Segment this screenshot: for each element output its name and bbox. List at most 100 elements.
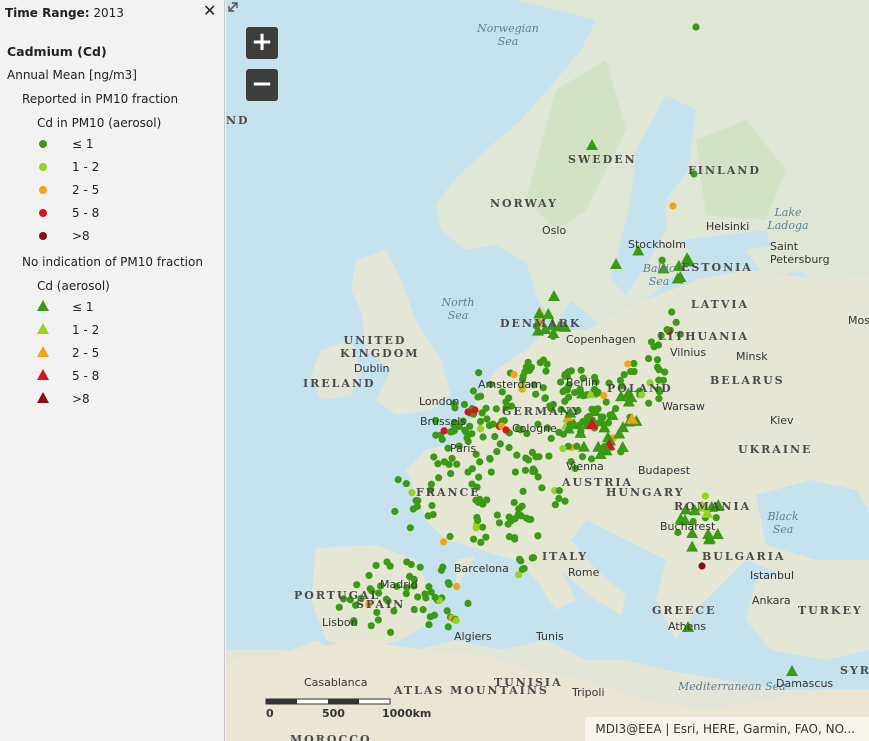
map-label-belarus: BELARUS (710, 374, 785, 387)
map-label-lake-ladoga: Lake Ladoga (767, 206, 809, 232)
triangle-symbol-le1 (37, 300, 49, 311)
station-circle (532, 453, 540, 461)
station-circle (505, 394, 513, 402)
station-circle (577, 366, 585, 374)
map-label-algiers: Algiers (454, 630, 492, 643)
map-label-brussels: Brussels (420, 415, 467, 428)
station-circle (599, 420, 607, 428)
station-circle (422, 594, 430, 602)
map-label-oslo: Oslo (542, 224, 567, 237)
map-label-cologne: Cologne (512, 422, 557, 435)
station-circle (474, 516, 482, 524)
legend-panel: Time Range: 2013 ✕ Cadmium (Cd) Annual M… (0, 0, 225, 741)
circle-symbol-gt8 (39, 232, 47, 240)
station-circle (444, 623, 452, 631)
station-circle (438, 435, 446, 444)
map-label-romania: ROMANIA (674, 500, 752, 513)
map-label-warsaw: Warsaw (662, 400, 705, 413)
station-circle (517, 557, 525, 565)
station-circle (536, 359, 544, 367)
station-circle (416, 563, 424, 571)
triangle-symbol-2-5 (37, 346, 49, 357)
map-view[interactable]: Norwegian Sea North Sea Baltic Sea Lake Lad… (226, 0, 869, 741)
station-circle (386, 628, 395, 636)
station-circle (564, 393, 573, 401)
time-range: Time Range: 2013 (5, 6, 124, 20)
station-circle (479, 433, 487, 441)
station-circle (434, 460, 442, 468)
map-label-denmark: DENMARK (500, 317, 582, 330)
map-label-lithuania: LITHUANIA (658, 330, 749, 343)
map-label-stockholm: Stockholm (628, 238, 686, 251)
station-circle (511, 468, 519, 476)
circle-symbol-2-5 (39, 186, 47, 194)
map-label-ankara: Ankara (752, 594, 791, 607)
station-circle (453, 582, 461, 591)
station-circle (424, 512, 432, 520)
time-range-label: Time Range: (5, 6, 90, 20)
legend-title: Cadmium (Cd) (7, 44, 107, 59)
station-circle (449, 427, 457, 436)
station-circle (545, 452, 553, 460)
legend-label: >8 (72, 229, 90, 243)
zoom-out-button[interactable]: − (246, 69, 278, 101)
triangle-symbol-gt8 (37, 392, 49, 403)
map-label-spain: SPAIN (356, 598, 406, 611)
map-label-vilnius: Vilnius (670, 346, 707, 359)
map-label-bulgaria: BULGARIA (702, 550, 786, 563)
station-circle (413, 502, 421, 510)
station-circle (407, 560, 415, 569)
station-circle (471, 406, 479, 414)
station-circle (372, 561, 380, 570)
station-circle (602, 398, 610, 406)
station-circle (445, 460, 453, 469)
station-circle (518, 565, 526, 573)
station-circle (443, 607, 451, 615)
map-label-mediterranean-sea: Mediterranean Sea (678, 680, 786, 693)
station-circle (419, 606, 427, 614)
station-circle (437, 566, 446, 574)
station-circle (567, 367, 576, 375)
station-circle (446, 532, 454, 541)
triangle-symbol-5-8 (37, 369, 49, 380)
station-circle (483, 415, 491, 423)
map-label-madrid: Madrid (380, 578, 418, 591)
station-circle (460, 400, 469, 409)
station-circle (493, 511, 501, 519)
station-circle (487, 468, 495, 476)
station-circle (653, 356, 662, 364)
station-circle (485, 421, 494, 430)
map-label-paris: Paris (450, 442, 477, 455)
station-circle (464, 468, 472, 476)
station-circle (483, 496, 491, 504)
station-circle (555, 494, 563, 503)
station-circle (463, 434, 471, 442)
station-circle (452, 616, 460, 625)
station-circle (466, 422, 474, 430)
map-label-sweden: SWEDEN (568, 153, 637, 166)
collapse-icon[interactable] (226, 0, 240, 14)
station-circle (477, 538, 485, 547)
station-circle (475, 473, 483, 481)
station-circle (510, 534, 519, 542)
station-circle (492, 405, 500, 413)
close-icon[interactable]: ✕ (203, 3, 216, 19)
station-circle (476, 458, 484, 466)
station-circle (534, 532, 542, 540)
legend-label: 1 - 2 (72, 160, 100, 174)
station-circle (701, 492, 709, 500)
station-circle (430, 453, 438, 461)
station-circle (335, 603, 343, 611)
map-label-germany: GERMANY (502, 405, 582, 418)
map-label-dublin: Dublin (354, 362, 390, 375)
station-circle (630, 367, 638, 376)
map-label-casablanca: Casablanca (304, 676, 368, 689)
zoom-in-button[interactable]: + (246, 27, 278, 59)
station-circle (645, 354, 653, 363)
station-circle (394, 476, 402, 484)
legend-label: 1 - 2 (72, 323, 100, 337)
map-label-turkey: TURKEY (798, 604, 863, 617)
station-circle (495, 519, 504, 527)
station-circle (365, 571, 373, 580)
station-circle (559, 387, 567, 396)
